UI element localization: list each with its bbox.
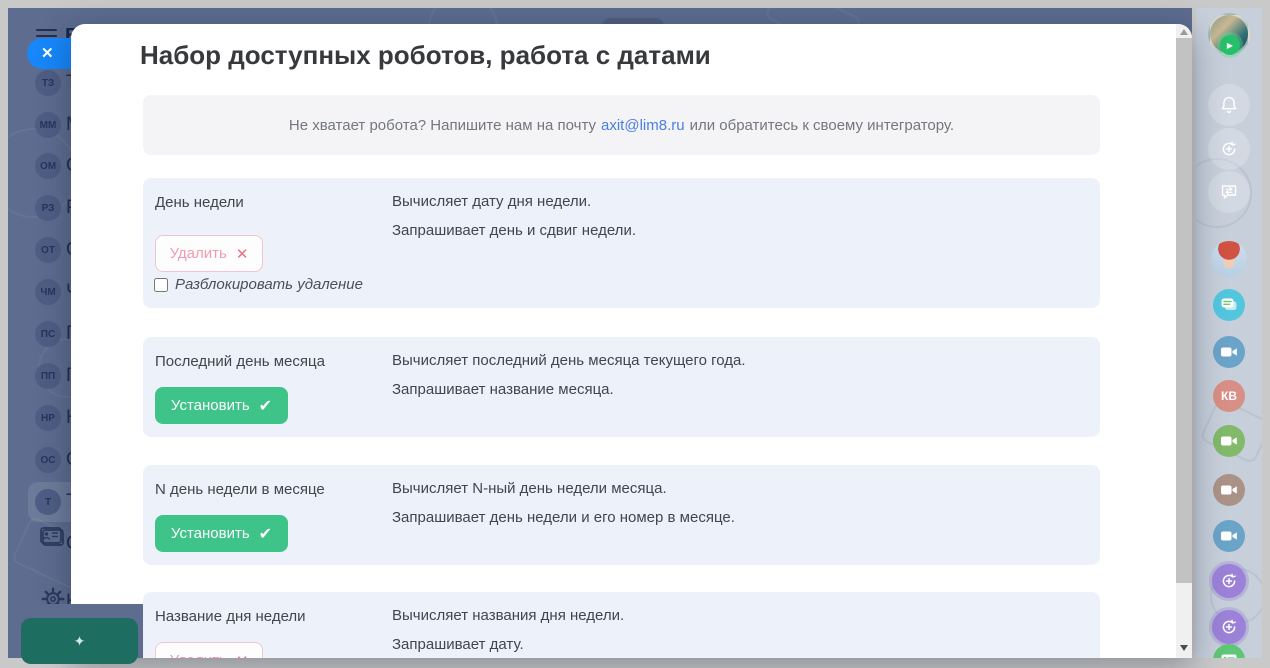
kv-badge-label: КВ <box>1221 389 1237 403</box>
check-icon: ✔ <box>258 525 273 543</box>
video-call-button[interactable] <box>1213 336 1245 368</box>
robot-card: N день недели в месяце Вычисляет N-ный д… <box>143 465 1100 565</box>
delete-button-label: Удалить <box>169 245 227 262</box>
avatar: ОТ <box>35 237 61 263</box>
install-robot-button[interactable]: Установить ✔ <box>155 515 288 552</box>
bonus-button[interactable] <box>1212 564 1246 598</box>
bell-icon <box>1221 96 1237 114</box>
notice-text-after: или обратитесь к своему интегратору. <box>689 116 955 134</box>
robot-desc-line: Запрашивает день недели и его номер в ме… <box>392 509 735 526</box>
install-button-label: Установить <box>170 525 250 542</box>
video-camera-icon <box>1221 347 1237 357</box>
notice-banner: Не хватает робота? Напишите нам на почту… <box>143 95 1100 155</box>
video-call-button[interactable] <box>1213 474 1245 506</box>
video-camera-icon <box>1221 436 1237 446</box>
avatar: НР <box>35 405 61 431</box>
widget-button[interactable] <box>1213 644 1245 658</box>
robot-name: N день недели в месяце <box>155 481 325 498</box>
avatar: ОС <box>35 447 61 473</box>
check-icon: ✔ <box>258 397 273 415</box>
right-rail: ▶ КВ <box>1196 8 1262 658</box>
robot-desc-line: Запрашивает день и сдвиг недели. <box>392 222 636 239</box>
close-icon: ✕ <box>41 45 54 62</box>
chats-button[interactable] <box>1213 289 1245 321</box>
robot-description: Вычисляет дату дня недели. Запрашивает д… <box>392 187 636 245</box>
robot-description: Вычисляет N-ный день недели месяца. Запр… <box>392 474 735 532</box>
robot-description: Вычисляет последний день месяца текущего… <box>392 346 746 404</box>
balance-button[interactable] <box>1208 128 1250 170</box>
play-badge-icon[interactable]: ▶ <box>1220 35 1240 55</box>
scrollbar-thumb[interactable] <box>1176 38 1192 583</box>
robot-card: Последний день месяца Вычисляет последни… <box>143 337 1100 437</box>
video-call-button[interactable] <box>1213 425 1245 457</box>
unlock-delete-row: Разблокировать удаление <box>154 276 363 293</box>
avatar: Т <box>35 489 61 515</box>
unlock-delete-label: Разблокировать удаление <box>175 276 363 293</box>
scroll-up-arrow[interactable] <box>1180 29 1188 35</box>
notifications-button[interactable] <box>1208 84 1250 126</box>
install-button-label: Установить <box>170 397 250 414</box>
modal-scrollbar[interactable] <box>1176 24 1192 658</box>
x-icon: ✕ <box>235 245 249 263</box>
robot-desc-line: Вычисляет названия дня недели. <box>392 607 625 624</box>
robot-name: Последний день месяца <box>155 353 325 370</box>
install-robot-button[interactable]: Установить ✔ <box>155 387 288 424</box>
coin-refresh-icon <box>1222 619 1236 634</box>
avatar: ЧМ <box>35 279 61 305</box>
robot-card: Название дня недели Вычисляет названия д… <box>143 592 1100 658</box>
video-camera-icon <box>1221 531 1237 541</box>
avatar: РЗ <box>35 195 61 221</box>
video-call-button[interactable] <box>1213 520 1245 552</box>
delete-button-label: Удалить <box>170 652 227 658</box>
avatar: ОМ <box>35 153 61 179</box>
widget-screen-icon <box>1221 654 1237 658</box>
robot-desc-line: Вычисляет дату дня недели. <box>392 193 592 210</box>
coin-refresh-icon <box>1222 573 1236 588</box>
x-icon: ✕ <box>236 652 249 659</box>
avatar: ММ <box>35 112 61 138</box>
robot-desc-line: Запрашивает название месяца. <box>392 381 614 398</box>
robot-description: Вычисляет названия дня недели. Запрашива… <box>392 601 624 658</box>
robot-card: День недели Вычисляет дату дня недели. З… <box>143 178 1100 308</box>
robot-desc-line: Запрашивает дату. <box>392 636 524 653</box>
delete-robot-button[interactable]: Удалить ✕ <box>155 642 263 658</box>
video-camera-icon <box>1221 485 1237 495</box>
avatar: ПП <box>35 363 61 389</box>
operator-avatar[interactable] <box>1211 241 1247 277</box>
robot-desc-line: Вычисляет последний день месяца текущего… <box>392 352 746 369</box>
sidebar-footer: ✦ <box>8 604 143 664</box>
chat-bubbles-icon <box>1221 298 1237 310</box>
coin-refresh-icon <box>1222 141 1236 156</box>
bonus-button[interactable] <box>1212 610 1246 644</box>
avatar: ПС <box>35 321 61 347</box>
contact-card-icon[interactable] <box>38 525 66 554</box>
robot-desc-line: Вычисляет N-ный день недели месяца. <box>392 480 667 497</box>
delete-robot-button[interactable]: Удалить ✕ <box>155 235 263 272</box>
unlock-delete-checkbox[interactable] <box>154 277 168 292</box>
page-title: Набор доступных роботов, работа с датами <box>140 40 711 70</box>
play-icon: ▶ <box>1226 40 1234 50</box>
dialog-transfer-button[interactable] <box>1208 171 1250 213</box>
robots-modal: Набор доступных роботов, работа с датами… <box>71 24 1192 658</box>
kv-contact-badge[interactable]: КВ <box>1213 380 1245 412</box>
upgrade-button[interactable]: ✦ <box>21 618 138 664</box>
robot-name: День недели <box>155 194 244 211</box>
notice-text-before: Не хватает робота? Напишите нам на почту <box>288 116 596 134</box>
support-email-link[interactable]: axit@lim8.ru <box>601 117 685 134</box>
sparkle-icon: ✦ <box>73 632 86 649</box>
chat-swap-icon <box>1221 185 1237 199</box>
avatar: ТЗ <box>35 70 61 96</box>
scroll-down-arrow[interactable] <box>1180 645 1188 651</box>
robot-name: Название дня недели <box>155 608 306 625</box>
